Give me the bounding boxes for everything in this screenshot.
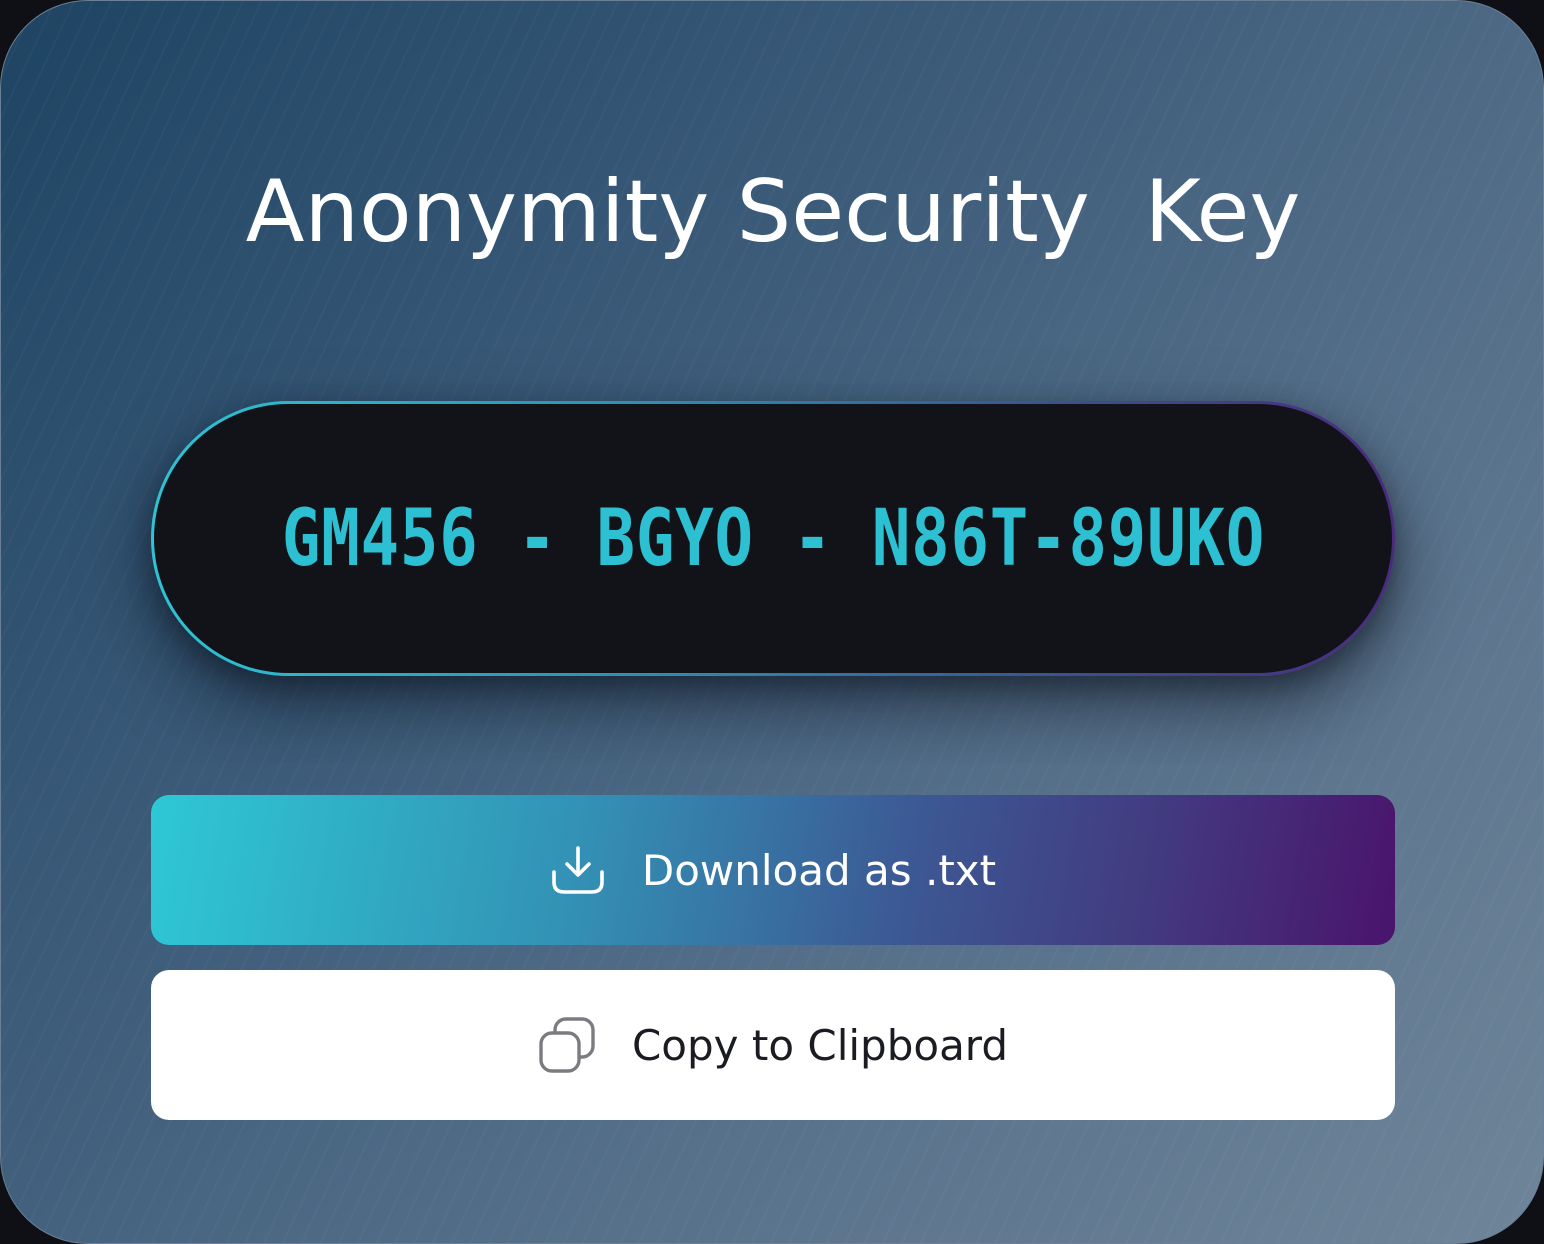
security-key-value: GM456 - BGYO - N86T-89UKO (281, 493, 1265, 584)
download-txt-button[interactable]: Download as .txt (151, 795, 1395, 945)
download-button-label: Download as .txt (641, 845, 997, 895)
security-key-card: Anonymity Security Key GM456 - BGYO - N8… (0, 0, 1544, 1244)
security-key-display-inner: GM456 - BGYO - N86T-89UKO (154, 404, 1392, 673)
download-icon (550, 844, 606, 896)
copy-button-label: Copy to Clipboard (631, 1020, 1008, 1070)
security-key-display: GM456 - BGYO - N86T-89UKO (151, 401, 1395, 676)
copy-icon (538, 1016, 596, 1074)
copy-to-clipboard-button[interactable]: Copy to Clipboard (151, 970, 1395, 1120)
page-title: Anonymity Security Key (245, 162, 1301, 262)
